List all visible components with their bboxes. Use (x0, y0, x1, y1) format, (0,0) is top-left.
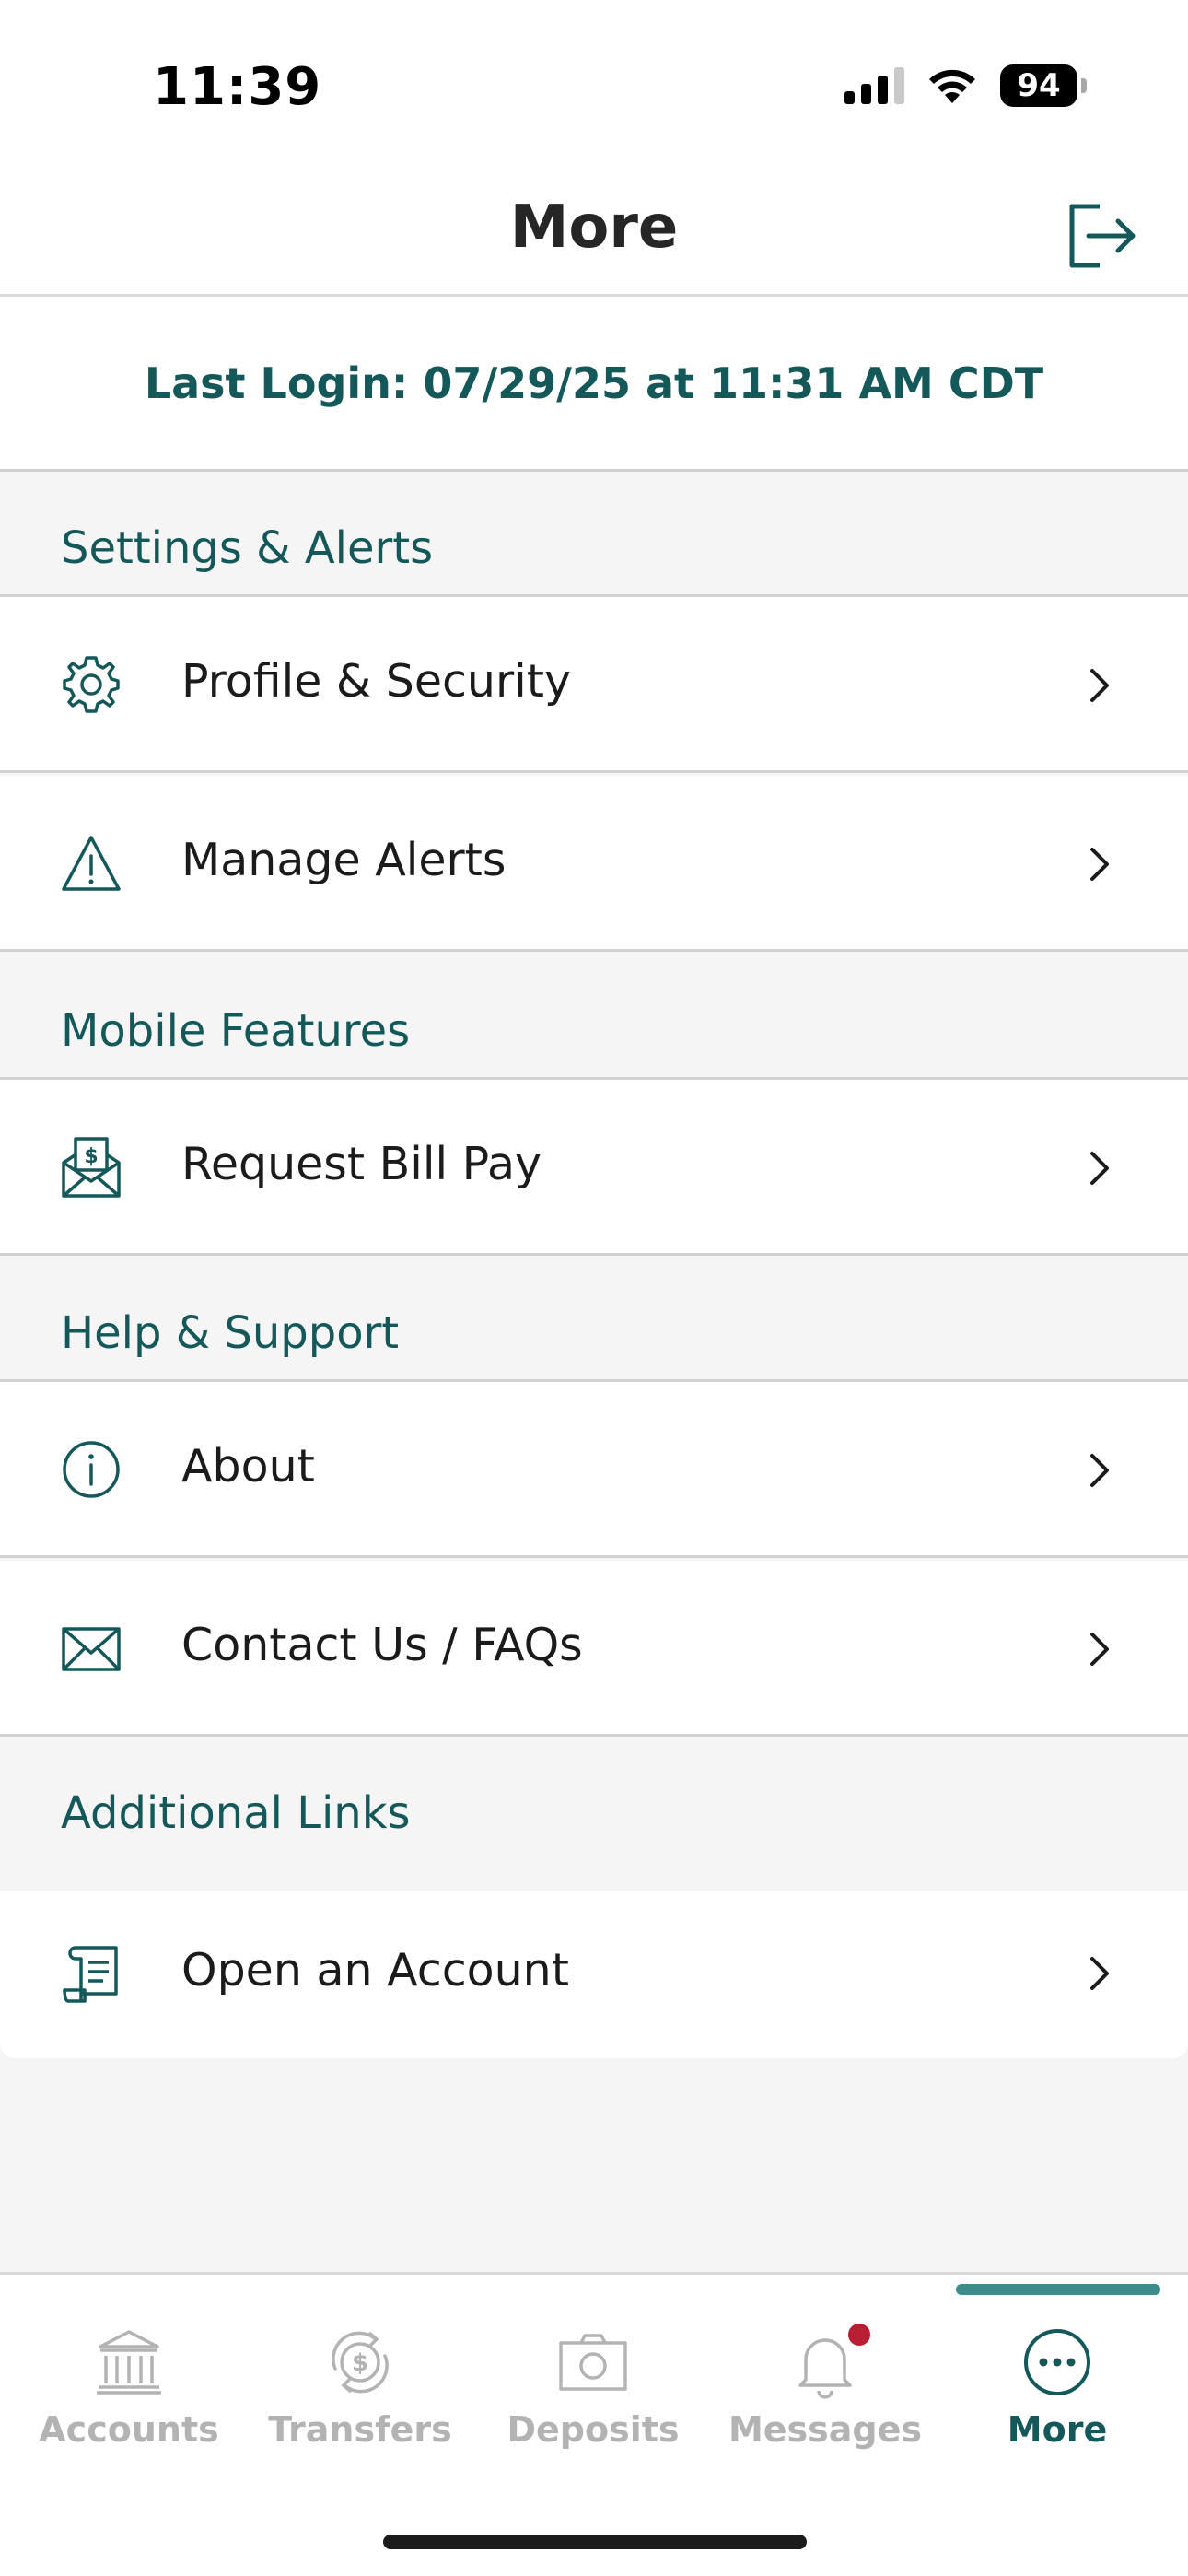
logout-icon[interactable] (1063, 197, 1140, 275)
profile-security-item[interactable]: Profile & Security (0, 597, 1188, 773)
contact-faqs-item[interactable]: Contact Us / FAQs (0, 1561, 1188, 1737)
bank-icon (97, 2330, 161, 2395)
manage-alerts-item[interactable]: Manage Alerts (0, 776, 1188, 952)
about-item[interactable]: About (0, 1382, 1188, 1558)
open-account-item[interactable]: Open an Account (0, 1891, 1188, 2058)
chevron-right-icon (1090, 1152, 1109, 1185)
svg-text:$: $ (352, 2349, 368, 2377)
tab-more[interactable]: More (947, 2321, 1168, 2477)
row-label: Open an Account (181, 1944, 569, 1996)
tab-deposits[interactable]: Deposits (483, 2321, 704, 2477)
section-mobile-features: Mobile Features (0, 954, 1188, 1080)
section-settings-alerts: Settings & Alerts (0, 472, 1188, 597)
row-label: Request Bill Pay (181, 1138, 542, 1190)
transfer-dollar-icon: $ (332, 2331, 389, 2394)
document-icon (63, 1946, 118, 2003)
wifi-icon (929, 69, 975, 103)
camera-icon (559, 2334, 627, 2391)
cellular-signal-icon (844, 67, 904, 104)
tab-label: Transfers (268, 2409, 452, 2450)
tab-transfers[interactable]: $ Transfers (250, 2321, 471, 2477)
section-title: Help & Support (61, 1307, 400, 1359)
row-label: Profile & Security (181, 655, 571, 708)
nav-header: More (0, 175, 1188, 297)
status-time: 11:39 (153, 57, 322, 117)
tab-label: Accounts (39, 2409, 219, 2450)
tab-bar: Accounts $ Transfers Deposits Messages M… (0, 2272, 1188, 2576)
svg-text:$: $ (84, 1145, 98, 1168)
chevron-right-icon (1090, 669, 1109, 702)
tab-messages[interactable]: Messages (715, 2321, 936, 2477)
section-title: Settings & Alerts (61, 522, 434, 574)
section-additional-links: Additional Links (0, 1739, 1188, 1891)
tab-label: Messages (728, 2409, 923, 2450)
chevron-right-icon (1090, 848, 1109, 881)
chevron-right-icon (1090, 1633, 1109, 1666)
request-bill-pay-item[interactable]: $ Request Bill Pay (0, 1080, 1188, 1256)
chevron-right-icon (1090, 1454, 1109, 1487)
section-title: Additional Links (61, 1787, 411, 1839)
home-indicator (383, 2535, 807, 2549)
active-tab-indicator (956, 2284, 1160, 2295)
last-login-text: Last Login: 07/29/25 at 11:31 AM CDT (144, 357, 1044, 408)
tab-accounts[interactable]: Accounts (18, 2321, 239, 2477)
tab-label: Deposits (507, 2409, 680, 2450)
tab-label: More (1007, 2409, 1108, 2450)
gear-icon (63, 656, 120, 713)
row-label: About (181, 1440, 315, 1493)
section-title: Mobile Features (61, 1005, 411, 1057)
battery-indicator: 94 (1000, 64, 1077, 107)
row-label: Contact Us / FAQs (181, 1619, 583, 1671)
more-dots-icon (1024, 2329, 1090, 2395)
notification-badge (845, 2321, 873, 2348)
status-bar: 11:39 94 (0, 0, 1188, 175)
section-help-support: Help & Support (0, 1259, 1188, 1382)
chevron-right-icon (1090, 1957, 1109, 1990)
warning-icon (62, 836, 121, 891)
page-title: More (509, 193, 679, 262)
info-icon (63, 1441, 120, 1498)
status-icons: 94 (844, 64, 1087, 107)
last-login-banner: Last Login: 07/29/25 at 11:31 AM CDT (0, 297, 1188, 472)
row-label: Manage Alerts (181, 834, 507, 886)
mail-icon (62, 1627, 121, 1671)
bill-envelope-icon: $ (62, 1137, 121, 1198)
